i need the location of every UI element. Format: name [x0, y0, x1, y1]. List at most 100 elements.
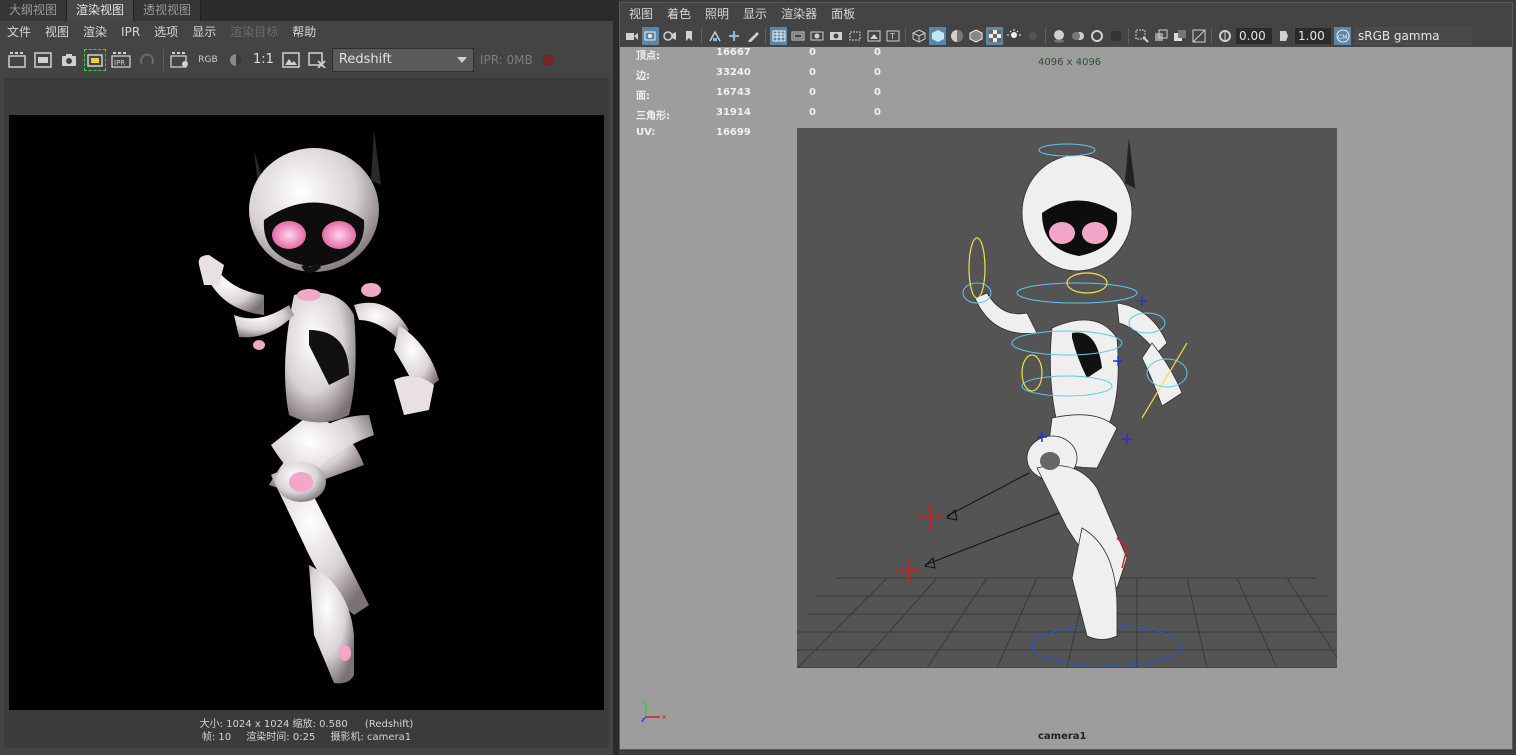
hud-selected: 0 — [809, 47, 816, 58]
bookmark-icon[interactable] — [680, 27, 697, 45]
camera-attributes-icon[interactable] — [642, 27, 659, 45]
viewport-menubar: 视图 着色 照明 显示 渲染器 面板 — [620, 3, 1512, 25]
menu-vp-show[interactable]: 显示 — [736, 3, 774, 25]
toolbar-divider — [701, 28, 702, 44]
hud-label: UV: — [636, 127, 656, 138]
remove-image-icon[interactable] — [306, 49, 328, 71]
render-view-toolbar: IPR RGB 1:1 Redshift IPR: 0MB — [0, 44, 613, 75]
gamma-icon[interactable] — [1275, 27, 1292, 45]
resolution-gate-icon[interactable] — [808, 27, 825, 45]
camera-name-label: camera1 — [1038, 731, 1087, 742]
render-region-icon[interactable] — [32, 49, 54, 71]
xray-joints-icon[interactable] — [1171, 27, 1188, 45]
render-view-menubar: 文件 视图 渲染 IPR 选项 显示 渲染目标 帮助 — [0, 21, 613, 43]
exposure-field[interactable]: 0.00 — [1236, 28, 1272, 44]
field-chart-icon[interactable] — [846, 27, 863, 45]
renderer-value: Redshift — [338, 52, 392, 67]
select-camera-icon[interactable] — [623, 27, 640, 45]
toolbar-divider — [1045, 28, 1046, 44]
menu-shading[interactable]: 着色 — [660, 3, 698, 25]
hud-label: 边: — [636, 71, 650, 82]
hud-value: 16743 — [716, 87, 751, 98]
svg-text:T: T — [889, 32, 895, 41]
safe-action-icon[interactable] — [865, 27, 882, 45]
shadows-icon — [1024, 27, 1041, 45]
two-d-pan-icon[interactable] — [725, 27, 742, 45]
render-sequence-icon[interactable] — [84, 48, 106, 71]
grid-icon[interactable] — [770, 27, 787, 45]
menu-renderer[interactable]: 渲染器 — [774, 3, 824, 25]
wireframe-on-shaded-icon[interactable] — [967, 27, 984, 45]
color-management-icon[interactable]: CM — [1334, 27, 1351, 45]
xray-icon[interactable] — [1152, 27, 1169, 45]
redo-render-icon[interactable] — [6, 49, 28, 71]
rgb-channels-icon[interactable]: RGB — [195, 49, 221, 71]
multisample-aa-icon[interactable] — [1088, 27, 1105, 45]
menu-panels[interactable]: 面板 — [824, 3, 862, 25]
render-engine-info: (Redshift) — [364, 719, 414, 730]
screen-space-ao-icon[interactable] — [1050, 27, 1067, 45]
bookmark-camera-icon[interactable] — [661, 27, 678, 45]
smooth-shade-icon[interactable] — [929, 27, 946, 45]
menu-options[interactable]: 选项 — [147, 21, 185, 43]
default-material-icon[interactable] — [948, 27, 965, 45]
grease-pencil-icon[interactable] — [744, 27, 761, 45]
render-time-info: 渲染时间: 0:25 — [246, 732, 316, 743]
safe-title-icon[interactable]: T — [884, 27, 901, 45]
exposure-icon[interactable] — [1216, 27, 1233, 45]
menu-ipr[interactable]: IPR — [114, 21, 147, 43]
hud-label: 顶点: — [636, 51, 660, 62]
tab-outliner[interactable]: 大纲视图 — [0, 0, 68, 21]
hud-value: 16699 — [716, 127, 751, 138]
xray-components-icon[interactable] — [1190, 27, 1207, 45]
hud-selected: 0 — [809, 87, 816, 98]
rendered-image — [9, 115, 604, 710]
render-info-bar: 大小: 1024 x 1024 缩放: 0.580 (Redshift) 帧: … — [0, 718, 613, 744]
render-size-info: 大小: 1024 x 1024 缩放: 0.580 — [199, 719, 348, 730]
motion-blur-icon[interactable] — [1069, 27, 1086, 45]
tab-render-view[interactable]: 渲染视图 — [67, 0, 135, 21]
hud-component: 0 — [874, 67, 881, 78]
wireframe-icon[interactable] — [910, 27, 927, 45]
isolate-select-icon[interactable] — [1133, 27, 1150, 45]
renderer-dropdown[interactable]: Redshift — [331, 47, 474, 72]
viewport-toolbar: T 0.00 1.00 CM sRGB gamma — [620, 25, 1512, 47]
ipr-render-icon[interactable]: IPR — [110, 49, 132, 71]
panel-tab-bar: 大纲视图 渲染视图 透视视图 — [0, 0, 613, 21]
textured-icon[interactable] — [986, 27, 1003, 45]
tab-persp-view[interactable]: 透视视图 — [134, 0, 202, 21]
real-size-button[interactable]: 1:1 — [249, 52, 278, 67]
hud-value: 33240 — [716, 67, 751, 78]
image-plane-icon[interactable] — [706, 27, 723, 45]
render-settings-icon[interactable] — [169, 49, 191, 71]
menu-render[interactable]: 渲染 — [76, 21, 114, 43]
gamma-field[interactable]: 1.00 — [1295, 28, 1331, 44]
film-gate-icon[interactable] — [789, 27, 806, 45]
snapshot-camera-icon[interactable] — [58, 49, 80, 71]
hud-component: 0 — [874, 87, 881, 98]
rgb-label: RGB — [198, 54, 218, 65]
menu-lighting[interactable]: 照明 — [698, 3, 736, 25]
hud-selected: 0 — [809, 67, 816, 78]
use-all-lights-icon[interactable] — [1005, 27, 1022, 45]
menu-help[interactable]: 帮助 — [285, 21, 323, 43]
alpha-channel-icon[interactable] — [225, 49, 247, 71]
frame-info: 帧: 10 — [201, 732, 232, 743]
hud-selected: 0 — [809, 107, 816, 118]
perspective-viewport[interactable]: 顶点: 16667 0 0 边: 33240 0 0 面: 16743 0 0 — [620, 47, 1512, 749]
menu-view[interactable]: 视图 — [38, 21, 76, 43]
resolution-gate-label: 4096 x 4096 — [1038, 57, 1102, 68]
menu-display[interactable]: 显示 — [185, 21, 223, 43]
menu-vp-view[interactable]: 视图 — [622, 3, 660, 25]
svg-text:IPR: IPR — [114, 59, 125, 67]
axis-y-label: y — [642, 697, 646, 705]
chevron-down-icon — [456, 56, 467, 63]
render-view-panel: 大纲视图 渲染视图 透视视图 文件 视图 渲染 IPR 选项 显示 渲染目标 帮… — [0, 0, 613, 755]
view-transform-select[interactable]: sRGB gamma — [1354, 27, 1472, 45]
stop-render-icon[interactable] — [542, 54, 553, 65]
viewport-panel: 视图 着色 照明 显示 渲染器 面板 T 0.00 1.00 CM sRGB g… — [619, 2, 1513, 750]
image-display-icon[interactable] — [280, 49, 302, 71]
gate-mask-icon[interactable] — [827, 27, 844, 45]
view-axis-icon: y x z — [640, 697, 670, 726]
menu-file[interactable]: 文件 — [0, 21, 38, 43]
